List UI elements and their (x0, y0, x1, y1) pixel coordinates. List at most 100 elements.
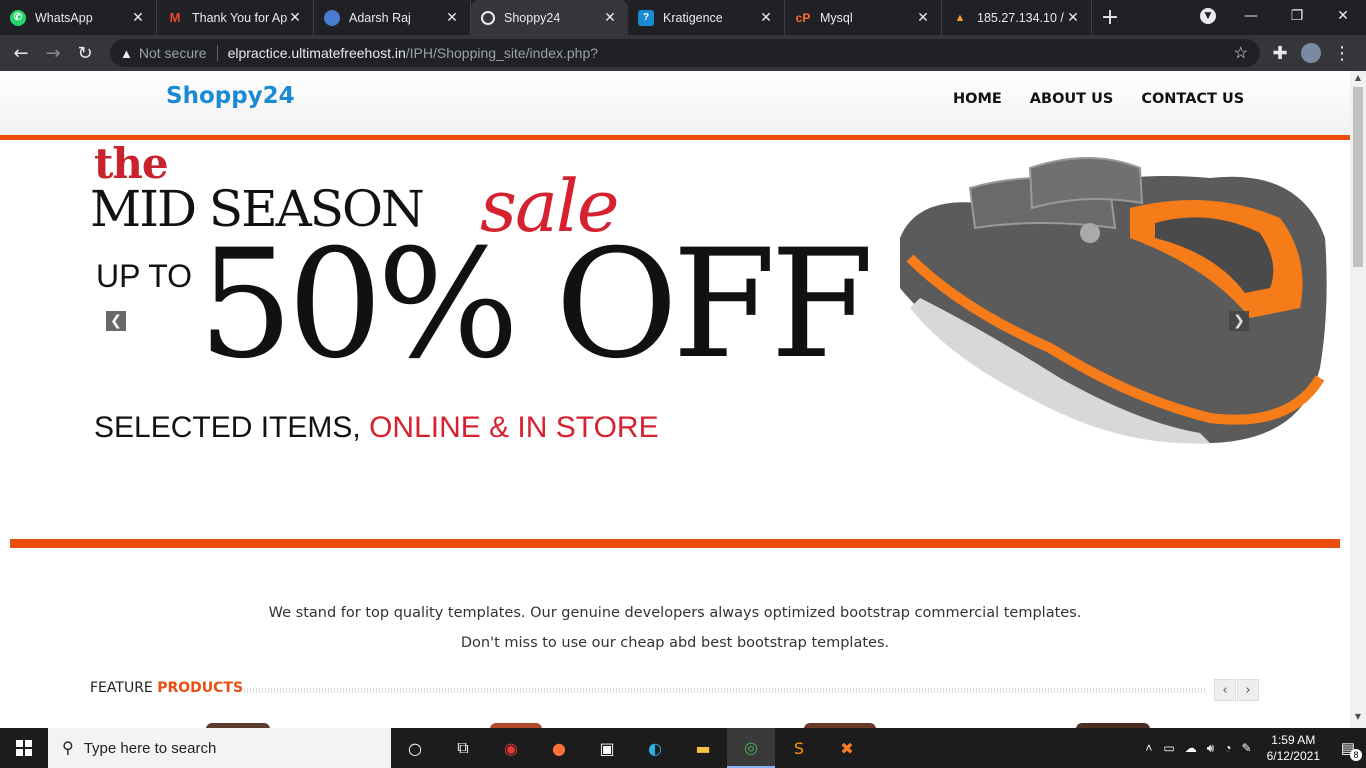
chevron-down-icon: ▼ (1200, 8, 1216, 24)
sublime-text-icon[interactable]: S (775, 728, 823, 768)
clock-date: 6/12/2021 (1266, 749, 1320, 763)
clock-time: 1:59 AM (1271, 733, 1316, 747)
feature-highlight: PRODUCTS (157, 680, 244, 696)
separator (216, 45, 218, 61)
question-icon: ? (638, 9, 654, 26)
warning-icon: ▲ (120, 45, 133, 61)
edge-icon[interactable]: ◐ (631, 728, 679, 768)
menu-icon[interactable]: ⋮ (1326, 37, 1358, 69)
close-icon[interactable]: ✕ (758, 9, 774, 26)
close-icon[interactable]: ✕ (444, 9, 460, 26)
banner-online: ONLINE & IN STORE (369, 411, 659, 444)
tab-adarsh-raj[interactable]: Adarsh Raj ✕ (314, 0, 471, 35)
products-next-button[interactable]: › (1237, 679, 1259, 701)
close-icon[interactable]: ✕ (1065, 9, 1081, 26)
minimize-button[interactable]: — (1228, 0, 1274, 32)
nav-contact-us[interactable]: CONTACT US (1141, 91, 1244, 107)
wifi-icon[interactable]: ◔ (1224, 741, 1231, 755)
heading-divider (244, 688, 1206, 693)
tab-kratigence[interactable]: ? Kratigence ✕ (628, 0, 785, 35)
pen-icon[interactable]: ✎ (1242, 741, 1252, 755)
system-tray: ˄ ▭ ☁ 🔊︎ ◔ ✎ 1:59 AM 6/12/2021 ▤ 8 (1139, 728, 1366, 768)
site-logo[interactable]: Shoppy24 (166, 83, 295, 109)
reload-button[interactable]: ↻ (69, 37, 101, 69)
scrollbar-thumb[interactable] (1353, 87, 1363, 267)
feature-products-heading: FEATURE PRODUCTS (90, 680, 243, 696)
tab-gmail[interactable]: M Thank You for Ap ✕ (157, 0, 314, 35)
close-icon[interactable]: ✕ (130, 9, 146, 26)
scroll-up-arrow[interactable]: ▲ (1350, 73, 1366, 87)
banner-divider (10, 539, 1340, 548)
tab-whatsapp[interactable]: ✆ WhatsApp ✕ (0, 0, 157, 35)
volume-icon[interactable]: 🔊︎ (1207, 741, 1215, 756)
tab-shoppy24[interactable]: Shoppy24 ✕ (471, 0, 628, 35)
avatar[interactable] (1301, 43, 1321, 63)
close-icon[interactable]: ✕ (915, 9, 931, 26)
tab-search-button[interactable]: ▼ (1185, 0, 1231, 32)
search-icon: ⚲ (62, 740, 74, 757)
file-explorer-icon[interactable]: ▬ (679, 728, 727, 768)
tab-mysql[interactable]: cP Mysql ✕ (785, 0, 942, 35)
search-placeholder: Type here to search (83, 739, 217, 757)
carousel-next-button[interactable]: ❯ (1229, 311, 1249, 331)
extensions-icon[interactable]: ✚ (1264, 37, 1296, 69)
cloud-icon[interactable]: ☁ (1185, 741, 1197, 755)
tab-title: Mysql (820, 10, 853, 25)
restore-button[interactable]: ❐ (1274, 0, 1320, 32)
site-header: Shoppy24 HOME ABOUT US CONTACT US (0, 71, 1350, 135)
close-window-button[interactable]: ✕ (1320, 0, 1366, 32)
tab-title: Kratigence (663, 10, 723, 25)
tab-title: Thank You for Ap (192, 10, 287, 25)
windows-logo-icon (16, 740, 32, 756)
battery-icon[interactable]: ▭ (1163, 741, 1174, 755)
tab-phpmyadmin[interactable]: ▲ 185.27.134.10 / s ✕ (942, 0, 1092, 35)
nav-about-us[interactable]: ABOUT US (1030, 91, 1114, 107)
whatsapp-icon: ✆ (10, 9, 26, 26)
sandal-image (900, 157, 1327, 444)
store-icon[interactable]: ▣ (583, 728, 631, 768)
close-icon[interactable]: ✕ (602, 9, 618, 26)
task-view-icon[interactable]: ⧉ (439, 728, 487, 768)
url-host: elpractice.ultimatefreehost.in (227, 45, 406, 61)
clock[interactable]: 1:59 AM 6/12/2021 (1267, 732, 1320, 764)
globe-icon (481, 10, 495, 25)
recorder-icon[interactable]: ◉ (487, 728, 535, 768)
chrome-icon[interactable]: ◎ (727, 728, 775, 768)
tab-title: 185.27.134.10 / s (977, 10, 1065, 25)
banner-discount: 50% OFF (198, 218, 874, 392)
chevron-up-icon[interactable]: ˄ (1145, 741, 1152, 755)
bookmark-star-icon[interactable]: ☆ (1234, 43, 1248, 63)
xampp-icon[interactable]: ✖ (823, 728, 871, 768)
url-path: /IPH/Shopping_site/index.php? (405, 45, 599, 61)
new-tab-button[interactable]: + (1092, 0, 1128, 35)
banner-selected: SELECTED ITEMS, (94, 411, 361, 444)
back-button[interactable]: ← (5, 37, 37, 69)
banner-selected-items: SELECTED ITEMS, ONLINE & IN STORE (94, 411, 659, 445)
feature-label: FEATURE (90, 680, 153, 696)
intro-line-1: We stand for top quality templates. Our … (268, 605, 1082, 621)
forward-button[interactable]: → (37, 37, 69, 69)
products-prev-button[interactable]: ‹ (1214, 679, 1236, 701)
address-bar[interactable]: ▲ Not secure elpractice.ultimatefreehost… (110, 39, 1260, 67)
cortana-icon[interactable]: ○ (391, 728, 439, 768)
firefox-icon[interactable]: ● (535, 728, 583, 768)
nav-home[interactable]: HOME (953, 91, 1002, 107)
tab-title: WhatsApp (35, 10, 93, 25)
taskbar-search[interactable]: ⚲ Type here to search (48, 728, 391, 768)
notification-badge: 8 (1350, 749, 1362, 761)
tab-title: Shoppy24 (504, 10, 561, 25)
security-label: Not secure (138, 45, 207, 61)
browser-toolbar: ← → ↻ ▲ Not secure elpractice.ultimatefr… (0, 35, 1366, 71)
close-icon[interactable]: ✕ (287, 9, 303, 26)
main-nav: HOME ABOUT US CONTACT US (925, 91, 1244, 107)
web-page: Shoppy24 HOME ABOUT US CONTACT US the MI… (0, 71, 1350, 728)
tab-title: Adarsh Raj (349, 10, 411, 25)
browser-tab-strip: ✆ WhatsApp ✕ M Thank You for Ap ✕ Adarsh… (0, 0, 1366, 35)
notification-center-icon[interactable]: ▤ 8 (1330, 739, 1366, 761)
start-button[interactable] (0, 728, 48, 768)
carousel-prev-button[interactable]: ❮ (106, 311, 126, 331)
scroll-down-arrow[interactable]: ▼ (1350, 712, 1366, 726)
page-scrollbar[interactable]: ▲ ▼ (1350, 71, 1366, 728)
windows-taskbar: ⚲ Type here to search ○ ⧉ ◉ ● ▣ ◐ ▬ ◎ S … (0, 728, 1366, 768)
cpanel-icon: cP (795, 10, 811, 25)
